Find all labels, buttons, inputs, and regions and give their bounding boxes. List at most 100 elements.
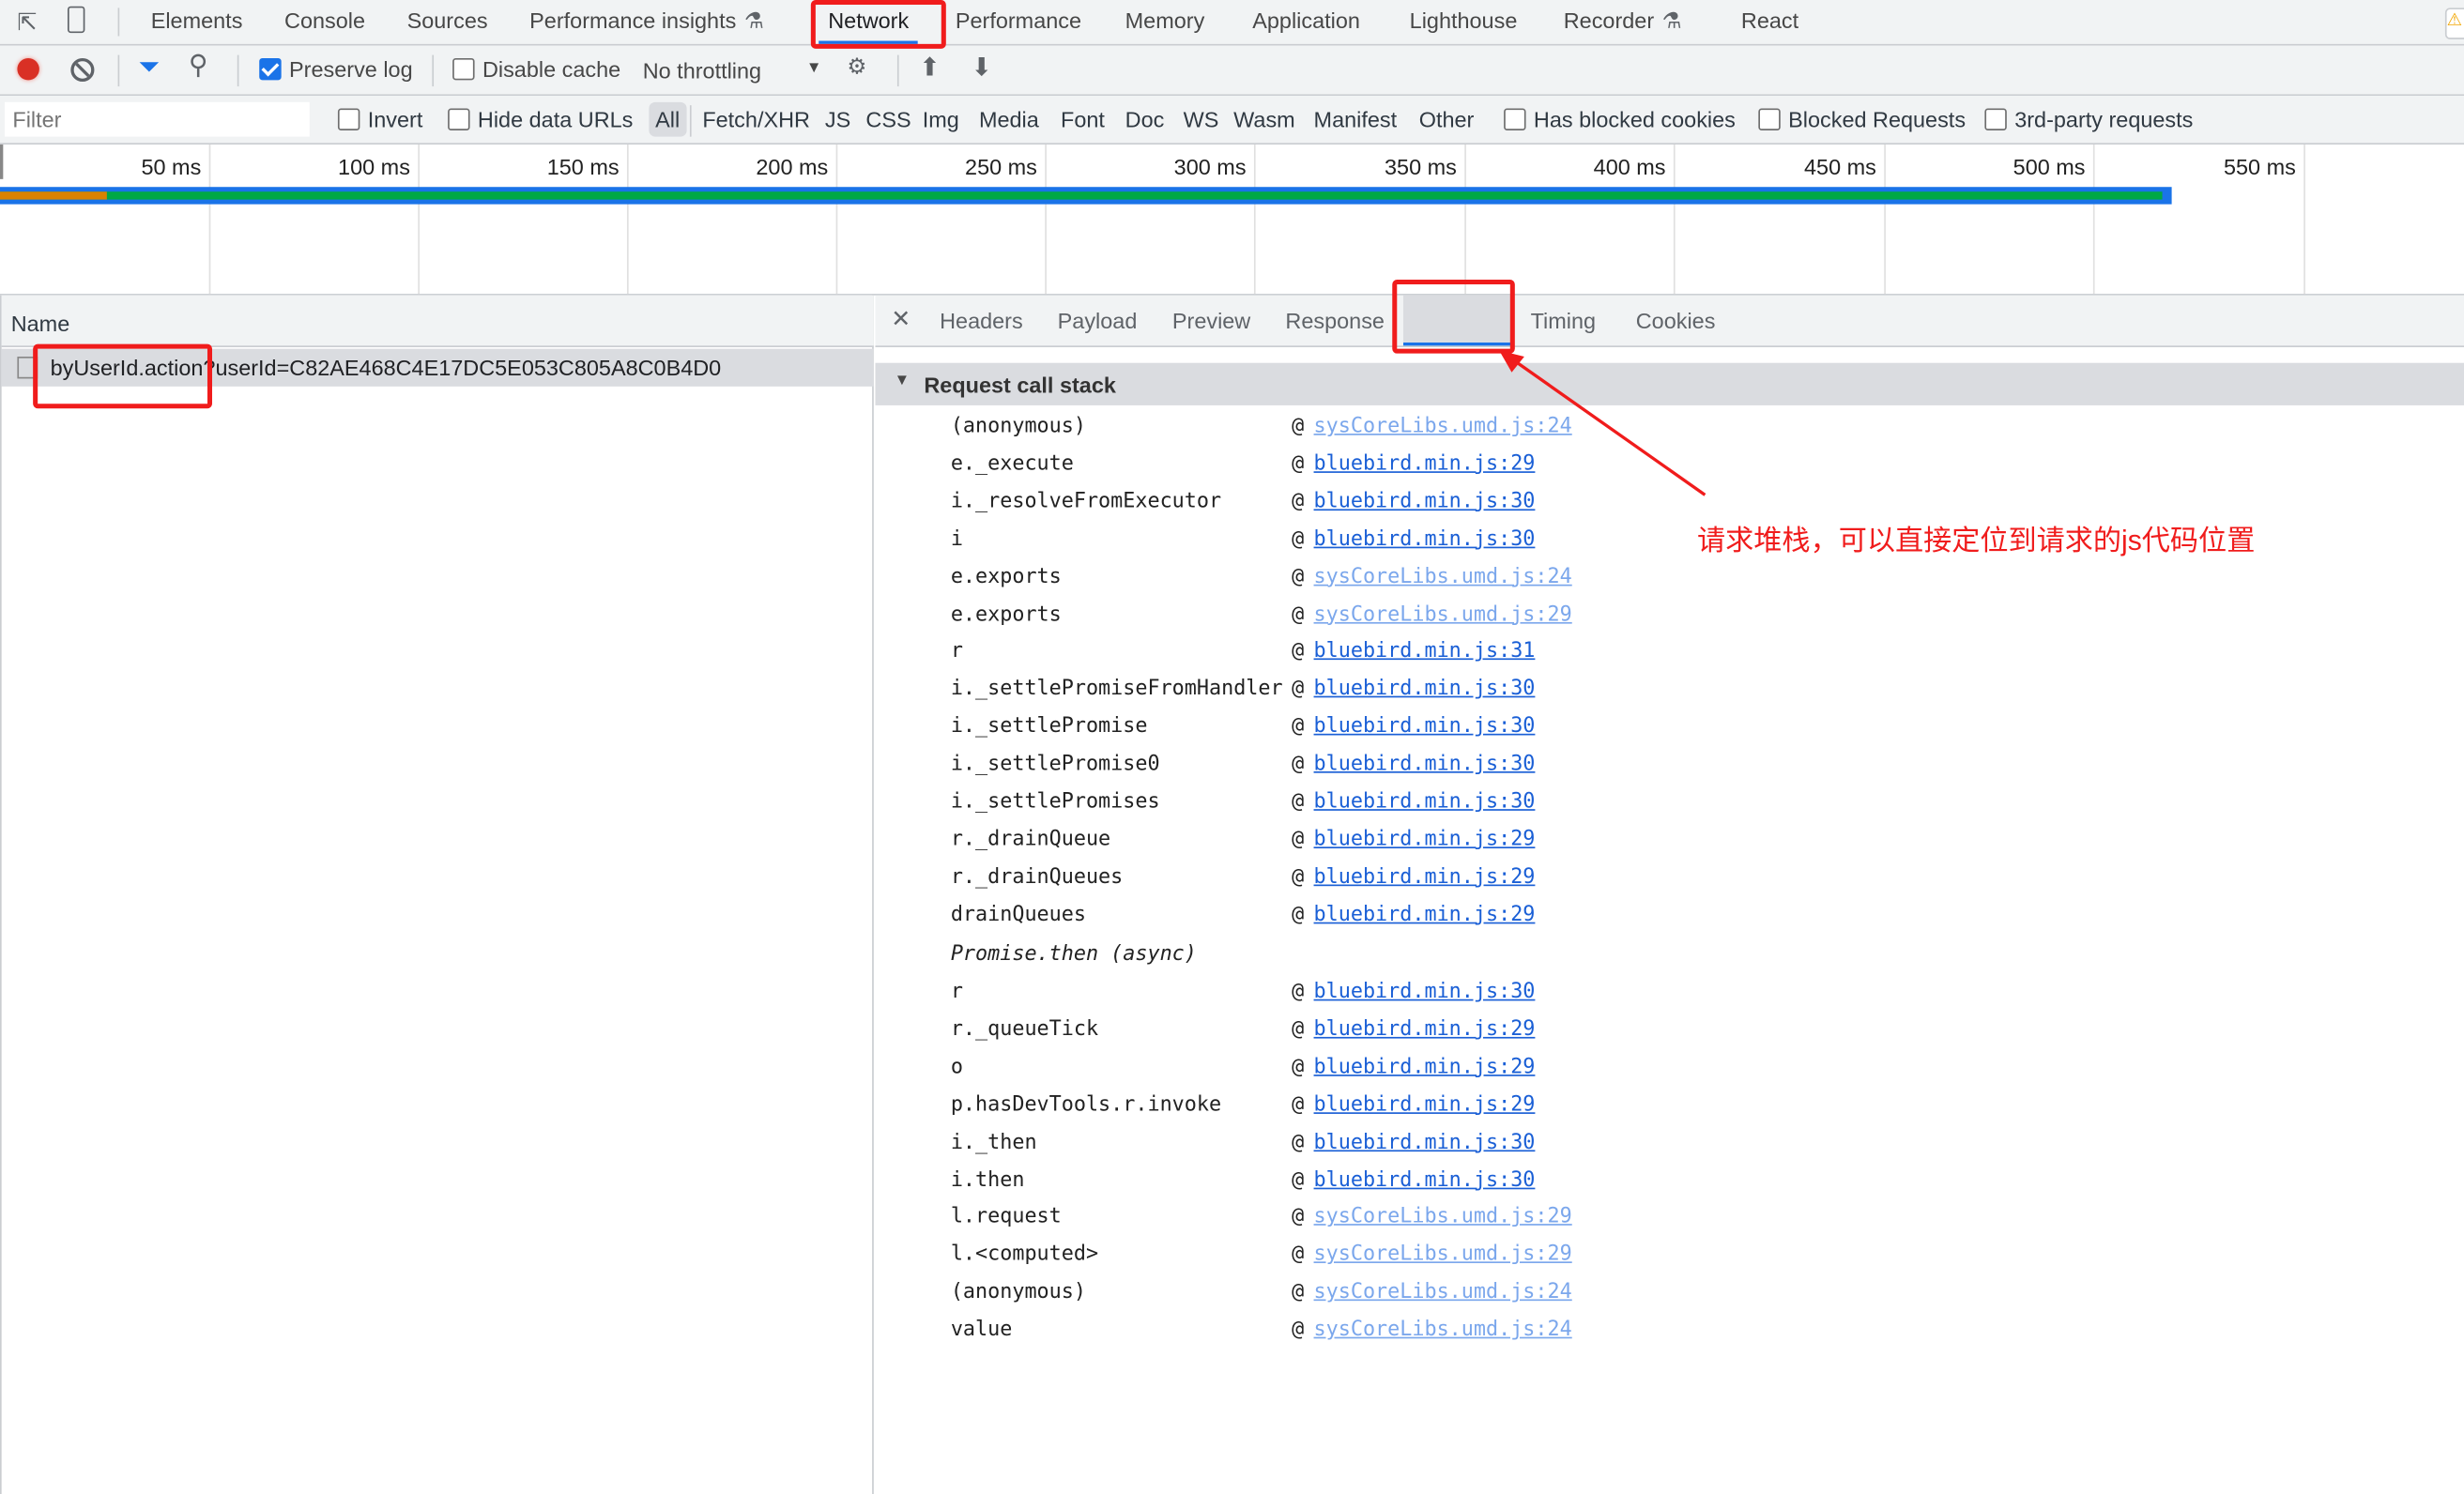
checkbox[interactable]	[452, 57, 475, 81]
stack-frame-source-link[interactable]: bluebird.min.js:30	[1314, 527, 1536, 551]
type-filter-wasm[interactable]: Wasm	[1233, 107, 1295, 132]
tab-console[interactable]: Console	[284, 8, 365, 33]
type-filter-font[interactable]: Font	[1061, 107, 1105, 132]
stack-frame-source-link[interactable]: bluebird.min.js:30	[1314, 1131, 1536, 1154]
stack-frame-source-link[interactable]: bluebird.min.js:29	[1314, 865, 1536, 889]
type-filter-media[interactable]: Media	[979, 107, 1039, 132]
stack-frame-source-link[interactable]: bluebird.min.js:31	[1314, 640, 1536, 663]
stack-frame-source-link[interactable]: sysCoreLibs.umd.js:24	[1314, 1281, 1572, 1304]
invert-checkbox[interactable]: Invert	[337, 107, 422, 132]
stack-frame-source-link[interactable]: bluebird.min.js:30	[1314, 715, 1536, 739]
tab-react[interactable]: React	[1741, 8, 1798, 33]
stack-frame-source-link[interactable]: sysCoreLibs.umd.js:29	[1314, 1243, 1572, 1267]
preserve-log-checkbox[interactable]: Preserve log	[259, 56, 413, 82]
timeline-waiting	[0, 191, 107, 200]
name-column-header[interactable]: Name	[11, 311, 70, 336]
clear-icon[interactable]	[70, 57, 95, 83]
type-filter-other[interactable]: Other	[1419, 107, 1475, 132]
close-icon[interactable]: ✕	[891, 305, 911, 332]
type-filter-all[interactable]: All	[649, 101, 686, 137]
stack-frame-source-link[interactable]: bluebird.min.js:30	[1314, 790, 1536, 814]
tab-headers[interactable]: Headers	[940, 308, 1023, 333]
at-sign: @	[1292, 865, 1305, 890]
at-sign: @	[1292, 602, 1305, 627]
stack-frame-function: r	[950, 640, 963, 664]
filter-input[interactable]	[5, 101, 310, 137]
stack-frame-function: i.then	[950, 1167, 1025, 1192]
tab-label: Performance	[955, 8, 1082, 34]
timeline-gridline	[626, 145, 629, 295]
type-filter-ws[interactable]: WS	[1184, 107, 1219, 132]
type-filter-doc[interactable]: Doc	[1125, 107, 1165, 132]
checkbox-checked[interactable]	[259, 57, 282, 81]
export-har-icon[interactable]: ⬇	[972, 52, 992, 83]
tab-performance[interactable]: Performance	[956, 8, 1081, 33]
hide-data-urls-checkbox[interactable]: Hide data URLs	[448, 107, 633, 132]
type-filter-js[interactable]: JS	[825, 107, 850, 132]
stack-frame-source-link[interactable]: bluebird.min.js:30	[1314, 753, 1536, 776]
request-list: Name byUserId.action?userId=C82AE468C4E1…	[0, 295, 874, 1494]
tab-payload[interactable]: Payload	[1058, 308, 1138, 333]
tab-application[interactable]: Application	[1252, 8, 1360, 33]
timeline-gridline	[208, 145, 211, 295]
tab-label: Memory	[1125, 8, 1205, 34]
record-icon[interactable]	[17, 57, 39, 81]
third-party-requests-checkbox[interactable]: 3rd-party requests	[1984, 107, 2193, 132]
disable-cache-checkbox[interactable]: Disable cache	[452, 56, 620, 82]
tab-cookies[interactable]: Cookies	[1636, 308, 1716, 333]
type-filter-img[interactable]: Img	[923, 107, 959, 132]
stack-frame-function: i._settlePromiseFromHandler	[950, 678, 1283, 702]
stack-frame-source-link[interactable]: bluebird.min.js:30	[1314, 678, 1536, 701]
network-conditions-icon[interactable]: ⚙	[847, 53, 866, 80]
timeline-tick-label: 250 ms	[965, 154, 1037, 179]
stack-frame-source-link[interactable]: bluebird.min.js:29	[1314, 1093, 1536, 1117]
stack-frame-source-link[interactable]: bluebird.min.js:29	[1314, 828, 1536, 851]
tab-sources[interactable]: Sources	[407, 8, 488, 33]
inspect-element-icon[interactable]: ⇱	[17, 8, 37, 36]
stack-frame-function: r._drainQueues	[950, 865, 1124, 890]
type-filter-manifest[interactable]: Manifest	[1314, 107, 1398, 132]
throttling-select[interactable]: No throttling ▼	[643, 58, 822, 84]
tab-label: Application	[1252, 8, 1360, 34]
timeline-tick-label: 550 ms	[2223, 154, 2296, 179]
tab-response[interactable]: Response	[1285, 308, 1385, 333]
timeline-bar	[0, 187, 2172, 205]
tab-timing[interactable]: Timing	[1531, 308, 1596, 333]
type-filter-css[interactable]: CSS	[865, 107, 911, 132]
tab-preview[interactable]: Preview	[1172, 308, 1250, 333]
stack-frame-source-link[interactable]: bluebird.min.js:29	[1314, 903, 1536, 926]
has-blocked-cookies-checkbox[interactable]: Has blocked cookies	[1504, 107, 1736, 132]
timeline-gridline	[1673, 145, 1676, 295]
tab-elements[interactable]: Elements	[151, 8, 243, 33]
filter-icon[interactable]: ⏷	[138, 52, 160, 83]
at-sign: @	[1292, 1167, 1305, 1192]
stack-frame-source-link[interactable]: sysCoreLibs.umd.js:24	[1314, 565, 1572, 588]
stack-frame-source-link[interactable]: sysCoreLibs.umd.js:24	[1314, 1319, 1572, 1342]
stack-frame-source-link[interactable]: bluebird.min.js:30	[1314, 1168, 1536, 1192]
blocked-requests-checkbox[interactable]: Blocked Requests	[1758, 107, 1966, 132]
timeline-tick-label: 100 ms	[338, 154, 410, 179]
timeline-gridline	[835, 145, 838, 295]
stack-frame-source-link[interactable]: bluebird.min.js:30	[1314, 981, 1536, 1004]
tab-memory[interactable]: Memory	[1125, 8, 1205, 33]
warning-icon[interactable]: ⚠	[2444, 8, 2464, 39]
device-toolbar-icon[interactable]	[67, 6, 85, 34]
tab-performance-insights[interactable]: Performance insights ⚗	[529, 8, 764, 34]
at-sign: @	[1292, 1092, 1305, 1117]
stack-frame-source-link[interactable]: bluebird.min.js:29	[1314, 1018, 1536, 1042]
timeline-gridline	[1253, 145, 1256, 295]
tab-recorder[interactable]: Recorder ⚗	[1564, 8, 1682, 34]
stack-frame-source-link[interactable]: bluebird.min.js:29	[1314, 1056, 1536, 1079]
stack-frame-source-link[interactable]: sysCoreLibs.umd.js:29	[1314, 1206, 1572, 1229]
flask-icon: ⚗	[743, 8, 764, 34]
stack-frame-function: r._queueTick	[950, 1017, 1099, 1042]
import-har-icon[interactable]: ⬆	[919, 52, 940, 83]
type-filter-fetchxhr[interactable]: Fetch/XHR	[702, 107, 810, 132]
stack-frame-source-link[interactable]: sysCoreLibs.umd.js:29	[1314, 602, 1572, 626]
timeline-gridline	[2303, 145, 2305, 295]
search-icon[interactable]: ⚲	[189, 51, 208, 82]
timeline-tick-label: 150 ms	[546, 154, 620, 179]
stack-frame-function: e._execute	[950, 451, 1074, 477]
at-sign: @	[1292, 715, 1305, 739]
tab-lighthouse[interactable]: Lighthouse	[1410, 8, 1518, 33]
